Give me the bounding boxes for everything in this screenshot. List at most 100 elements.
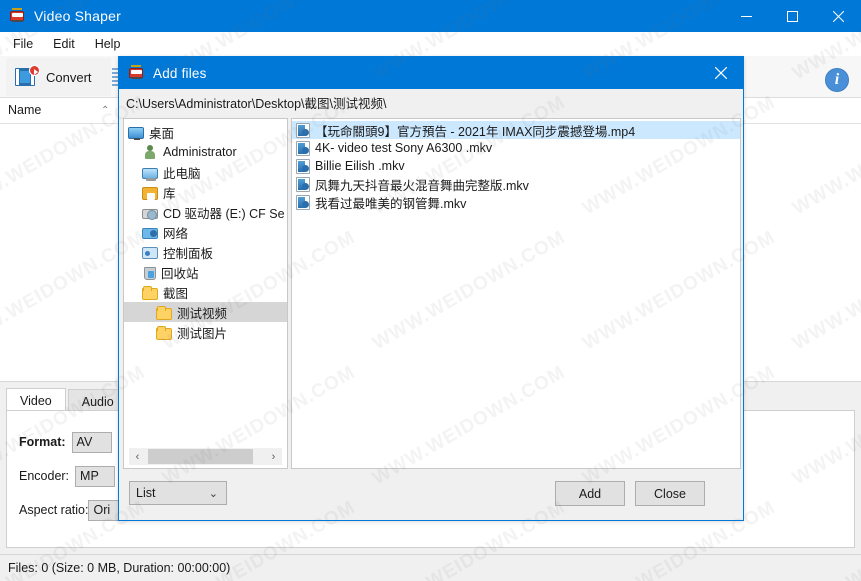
field-aspect-ratio-label: Aspect ratio: [19,503,89,517]
file-list-pane[interactable]: 【玩命關頭9】官方預告 - 2021年 IMAX同步震撼登場.mp4 4K- vi… [291,118,741,469]
dialog-titlebar: Add files [119,57,743,89]
folder-tree: 桌面 Administrator 此电脑库 CD 驱动器 (E:) CF Se 网络控制… [124,122,287,440]
tree-item[interactable]: 测试视频 [124,302,287,322]
dialog-panes: 桌面 Administrator 此电脑库 CD 驱动器 (E:) CF Se 网络控制… [123,118,741,469]
file-list-item[interactable]: Billie Eilish .mkv [292,157,740,175]
statusbar: Files: 0 (Size: 0 MB, Duration: 00:00:00… [0,554,861,581]
file-list: 【玩命關頭9】官方預告 - 2021年 IMAX同步震撼登場.mp4 4K- vi… [292,121,740,211]
scrollbar-track[interactable] [146,448,265,465]
field-format-label: Format: [19,435,66,449]
user-icon [142,144,158,160]
monitor-icon [128,127,144,140]
field-encoder-label: Encoder: [19,469,70,483]
main-titlebar: Video Shaper [0,0,861,32]
menu-item-edit[interactable]: Edit [43,34,85,54]
tree-item[interactable]: 控制面板 [124,242,287,262]
folder-icon [156,305,172,320]
tree-item-label: 控制面板 [163,246,214,261]
field-format: Format: AV [19,431,112,453]
settings-tabstrip: Video Audio [6,388,130,411]
video-file-icon [296,122,310,138]
tree-item-label: 测试视频 [177,306,228,321]
current-path: C:\Users\Administrator\Desktop\截图\测试视频\ [126,97,387,111]
dialog-title: Add files [153,65,207,81]
field-encoder-value[interactable]: MP [75,465,116,487]
tree-item-label: 回收站 [161,266,199,281]
scroll-left-icon[interactable]: ‹ [129,448,146,465]
tree-item[interactable]: 截图 [124,282,287,302]
film-convert-icon [14,65,40,89]
app-bus-icon [9,8,25,24]
menubar: File Edit Help [0,32,861,56]
cd-drive-icon [142,209,158,220]
column-header-name[interactable]: Name [8,103,41,117]
tree-item[interactable]: Administrator [124,142,287,162]
maximize-icon[interactable] [769,0,815,32]
path-bar: C:\Users\Administrator\Desktop\截图\测试视频\ [119,89,743,116]
app-title: Video Shaper [34,8,121,24]
view-mode-select[interactable]: List ⌄ [129,481,227,505]
menu-item-file[interactable]: File [3,34,43,54]
field-aspect-ratio: Aspect ratio: Ori [19,499,129,521]
minimize-icon[interactable] [723,0,769,32]
tree-horizontal-scrollbar[interactable]: ‹ › [129,448,282,465]
tree-item-label: 测试图片 [177,326,228,341]
menu-item-help[interactable]: Help [85,34,131,54]
tree-item-label: Administrator [163,145,237,159]
tree-item-label: CD 驱动器 (E:) CF Se [163,206,285,221]
tree-item[interactable]: 网络 [124,222,287,242]
tree-item[interactable]: 测试图片 [124,322,287,342]
scroll-right-icon[interactable]: › [265,448,282,465]
tree-item[interactable]: CD 驱动器 (E:) CF Se [124,202,287,222]
dialog-footer: List ⌄ Add Close [119,469,743,520]
tree-item[interactable]: 回收站 [124,262,287,282]
recycle-bin-icon [144,266,156,280]
tree-item[interactable]: 库 [124,182,287,202]
file-list-item-label: 我看过最唯美的钢管舞.mkv [315,196,467,211]
library-icon [142,186,158,200]
add-button[interactable]: Add [555,481,625,506]
file-list-item-label: Billie Eilish .mkv [315,159,405,173]
convert-button[interactable]: Convert [6,58,111,96]
sort-ascending-icon[interactable]: ⌃ [101,105,109,116]
view-mode-value: List [136,486,156,500]
file-list-item[interactable]: 凤舞九天抖音最火混音舞曲完整版.mkv [292,175,740,193]
dialog-bus-icon [128,65,144,81]
tree-item[interactable]: 此电脑 [124,162,287,182]
scrollbar-thumb[interactable] [148,449,253,464]
folder-tree-pane[interactable]: 桌面 Administrator 此电脑库 CD 驱动器 (E:) CF Se 网络控制… [123,118,288,469]
chevron-down-icon: ⌄ [208,488,218,500]
tab-video[interactable]: Video [6,388,66,411]
folder-icon [156,325,172,340]
dialog-close-icon[interactable] [699,57,743,89]
tree-item-label: 库 [163,186,176,201]
network-icon [142,228,158,239]
control-panel-icon [142,247,158,259]
tree-item-label: 网络 [163,226,189,241]
file-list-item-label: 凤舞九天抖音最火混音舞曲完整版.mkv [315,178,529,193]
add-files-dialog: Add files C:\Users\Administrator\Desktop… [118,56,744,521]
convert-button-label: Convert [46,69,92,85]
status-text: Files: 0 (Size: 0 MB, Duration: 00:00:00… [8,561,231,575]
video-file-icon [296,158,310,174]
close-icon[interactable] [815,0,861,32]
this-pc-icon [142,167,158,181]
file-list-item-label: 【玩命關頭9】官方預告 - 2021年 IMAX同步震撼登場.mp4 [315,124,636,139]
file-list-item[interactable]: 我看过最唯美的钢管舞.mkv [292,193,740,211]
video-file-icon [296,140,310,156]
video-file-icon [296,176,310,192]
field-encoder: Encoder: MP [19,465,116,487]
close-button[interactable]: Close [635,481,705,506]
file-list-item-label: 4K- video test Sony A6300 .mkv [315,141,493,155]
field-format-value[interactable]: AV [71,431,112,453]
file-list-item[interactable]: 【玩命關頭9】官方預告 - 2021年 IMAX同步震撼登場.mp4 [292,121,740,139]
application-window: Video Shaper File Edit Help Convert i Na… [0,0,861,581]
tree-item-label: 截图 [163,286,189,301]
folder-icon [142,285,158,300]
tree-item-label: 此电脑 [163,166,201,181]
file-list-item[interactable]: 4K- video test Sony A6300 .mkv [292,139,740,157]
video-file-icon [296,194,310,210]
info-icon[interactable]: i [825,68,849,92]
tree-item-label: 桌面 [149,126,175,141]
tree-item[interactable]: 桌面 [124,122,287,142]
